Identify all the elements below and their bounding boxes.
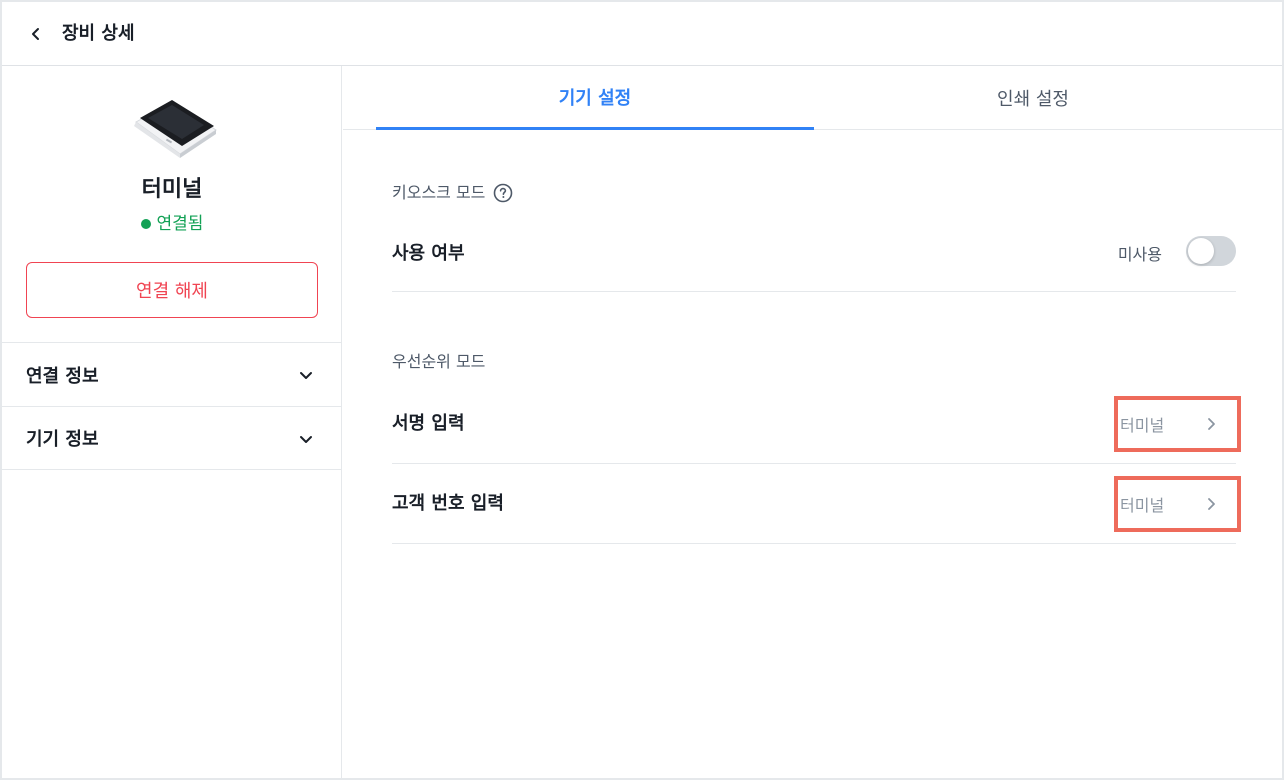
chevron-right-icon	[1208, 418, 1215, 430]
toggle-state-text: 미사용	[1117, 245, 1162, 264]
connection-status: 연결됨	[2, 212, 342, 236]
tab-print-settings[interactable]: 인쇄 설정	[814, 66, 1252, 130]
priority-section-title: 우선순위 모드	[392, 352, 486, 371]
accordion-label: 연결 정보	[26, 365, 99, 387]
signature-input-selector[interactable]: 터미널	[1114, 396, 1241, 452]
customer-number-input-label: 고객 번호 입력	[392, 493, 504, 514]
customer-number-input-value: 터미널	[1120, 496, 1165, 515]
customer-number-input-row: 고객 번호 입력 터미널	[392, 464, 1241, 544]
kiosk-usage-label: 사용 여부	[392, 243, 465, 264]
chevron-down-icon	[300, 372, 312, 379]
kiosk-section-title: 키오스크 모드	[392, 182, 513, 204]
accordion-device-info[interactable]: 기기 정보	[2, 406, 342, 470]
sidebar: 터미널 연결됨 연결 해제 연결 정보 기기 정보	[2, 66, 342, 780]
page-title: 장비 상세	[62, 23, 135, 44]
disconnect-button[interactable]: 연결 해제	[26, 262, 318, 318]
status-dot-icon	[140, 219, 151, 229]
status-text: 연결됨	[156, 214, 204, 234]
kiosk-usage-row: 사용 여부 미사용	[392, 214, 1236, 292]
chevron-down-icon	[300, 436, 312, 443]
chevron-left-icon	[32, 28, 39, 40]
signature-input-value: 터미널	[1120, 416, 1165, 435]
back-button[interactable]	[24, 22, 48, 46]
header: 장비 상세	[2, 2, 1282, 66]
customer-number-input-selector[interactable]: 터미널	[1114, 476, 1241, 532]
kiosk-mode-toggle[interactable]	[1186, 236, 1236, 266]
tab-bar: 기기 설정 인쇄 설정	[343, 66, 1282, 130]
kiosk-title-text: 키오스크 모드	[392, 183, 486, 202]
terminal-device-image	[128, 96, 220, 158]
signature-input-row: 서명 입력 터미널	[392, 384, 1241, 464]
app-frame: 장비 상세 터미널 연결됨 연결 해제 연결 정보 기기 정보 기기 설정 인쇄…	[0, 0, 1284, 780]
tab-device-settings[interactable]: 기기 설정	[376, 66, 814, 130]
accordion-label: 기기 정보	[26, 429, 99, 450]
accordion-connection-info[interactable]: 연결 정보	[2, 342, 342, 406]
chevron-right-icon	[1208, 498, 1215, 510]
main-panel: 기기 설정 인쇄 설정 키오스크 모드 사용 여부 미사용 우선순위 모드 서명…	[343, 66, 1282, 780]
toggle-knob	[1188, 238, 1214, 264]
help-icon[interactable]	[493, 183, 513, 203]
device-name: 터미널	[141, 177, 203, 202]
signature-input-label: 서명 입력	[392, 413, 465, 434]
